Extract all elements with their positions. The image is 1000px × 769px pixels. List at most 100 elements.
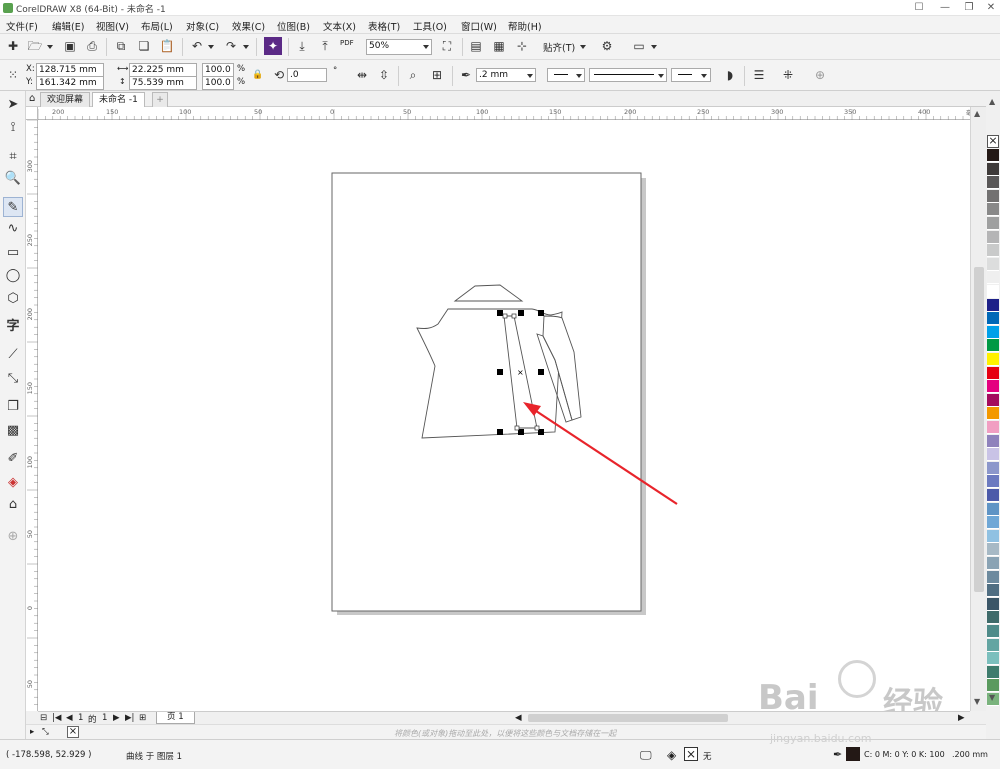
freehand-tool-icon[interactable]: ✎ [3, 197, 23, 217]
palette-swatch[interactable] [987, 366, 999, 380]
palette-swatch[interactable] [987, 380, 999, 394]
menu-tools[interactable]: 工具(O) [413, 19, 447, 33]
add-page-icon[interactable]: ⊞ [139, 713, 146, 723]
new-document-icon[interactable]: ✚ [4, 37, 22, 55]
ruler-corner[interactable] [26, 107, 38, 120]
zoom-dropdown-icon[interactable] [423, 45, 429, 49]
palette-swatch[interactable] [987, 489, 999, 502]
center-mark-icon[interactable]: × [517, 368, 524, 377]
drop-shadow-icon[interactable]: ❐ [3, 397, 23, 417]
palette-swatch[interactable] [987, 516, 999, 530]
close-curve-icon[interactable]: ◗ [721, 66, 739, 84]
palette-swatch[interactable] [987, 638, 999, 652]
palette-swatch[interactable] [987, 230, 999, 244]
menu-edit[interactable]: 编辑(E) [52, 19, 84, 33]
menu-table[interactable]: 表格(T) [368, 19, 400, 33]
palette-swatch[interactable] [987, 448, 999, 462]
palette-swatch[interactable] [987, 353, 999, 366]
show-guidelines-icon[interactable]: ⊹ [513, 37, 531, 55]
snap-dropdown-icon[interactable] [580, 45, 586, 49]
palette-swatch[interactable] [987, 679, 999, 693]
palette-swatch[interactable] [987, 203, 999, 217]
add-tool-icon[interactable]: ⊕ [3, 527, 23, 547]
fill-none-swatch-icon[interactable]: ⨯ [684, 747, 698, 761]
save-icon[interactable]: ▣ [61, 37, 79, 55]
print-icon[interactable]: ⎙ [83, 37, 101, 55]
curve-node[interactable] [502, 313, 508, 319]
transparency-icon[interactable]: ▩ [3, 421, 23, 441]
export-pdf-icon[interactable]: PDF [340, 39, 354, 47]
redo-icon[interactable]: ↷ [222, 37, 240, 55]
shape-tool-icon[interactable]: ⟟ [3, 118, 23, 138]
application-launcher-icon[interactable]: ▭ [630, 37, 648, 55]
undo-dropdown-icon[interactable] [208, 45, 214, 49]
curve-node[interactable] [511, 313, 517, 319]
zoom-tool-icon[interactable]: 🔍 [3, 169, 23, 189]
palette-swatch[interactable] [987, 271, 999, 285]
paste-icon[interactable]: 📋 [158, 37, 176, 55]
palette-swatch[interactable] [987, 584, 999, 598]
page-tab[interactable]: 页 1 [156, 712, 195, 724]
palette-swatch[interactable] [987, 543, 999, 557]
ellipse-tool-icon[interactable]: ◯ [3, 266, 23, 286]
palette-no-color-icon[interactable]: ⨯ [67, 726, 79, 738]
outline-color-swatch[interactable] [846, 747, 860, 761]
menu-object[interactable]: 对象(C) [186, 19, 219, 33]
object-origin-icon[interactable]: ⁙ [4, 66, 22, 84]
palette-swatch[interactable] [987, 217, 999, 230]
cut-icon[interactable]: ⧉ [112, 37, 130, 55]
text-tool-icon[interactable]: 字 [3, 317, 23, 337]
menu-layout[interactable]: 布局(L) [141, 19, 173, 33]
palette-pin-icon[interactable]: ▸ [30, 727, 34, 737]
search-content-icon[interactable]: ✦ [264, 37, 282, 55]
palette-swatch[interactable] [987, 312, 999, 326]
align-nodes-icon[interactable]: ⊞ [428, 66, 446, 84]
menu-help[interactable]: 帮助(H) [508, 19, 542, 33]
palette-swatch[interactable] [987, 502, 999, 516]
outline-width-dropdown-icon[interactable] [527, 74, 533, 78]
line-style-selector[interactable] [589, 68, 667, 82]
palette-swatch[interactable] [987, 244, 999, 258]
selection-handle[interactable] [497, 369, 503, 375]
horizontal-ruler[interactable]: 200 150 100 50 0 50 100 150 200 250 300 … [38, 107, 986, 120]
palette-swatch[interactable] [987, 475, 999, 489]
scrollbar-thumb[interactable] [974, 267, 984, 592]
last-page-icon[interactable]: ▶| [125, 713, 134, 723]
snap-to-button[interactable]: 贴齐(T) [543, 40, 575, 54]
copy-icon[interactable]: ❏ [135, 37, 153, 55]
mirror-horizontal-icon[interactable]: ⇹ [353, 66, 371, 84]
palette-swatch[interactable] [987, 339, 999, 353]
interactive-fill-icon[interactable]: ◈ [3, 473, 23, 493]
eyedropper-icon[interactable]: ✐ [3, 449, 23, 469]
show-grid-icon[interactable]: ▦ [490, 37, 508, 55]
height-field[interactable]: 75.539 mm [129, 76, 197, 90]
palette-swatch[interactable] [987, 285, 999, 298]
current-page-number[interactable]: 1 [78, 713, 83, 723]
width-field[interactable]: 22.225 mm [129, 63, 197, 77]
h-scrollbar-thumb[interactable] [528, 714, 728, 722]
export-icon[interactable]: ⤒ [316, 37, 334, 55]
palette-swatch[interactable] [987, 176, 999, 190]
parallel-dimension-icon[interactable]: ⟋ [3, 345, 23, 365]
menu-view[interactable]: 视图(V) [96, 19, 129, 33]
connector-tool-icon[interactable]: ⤡ [3, 369, 23, 389]
menu-bitmaps[interactable]: 位图(B) [277, 19, 310, 33]
menu-text[interactable]: 文本(X) [323, 19, 356, 33]
h-scroll-right-icon[interactable]: ▶ [958, 713, 965, 723]
y-position-field[interactable]: 161.342 mm [36, 76, 104, 90]
show-rulers-icon[interactable]: ▤ [467, 37, 485, 55]
palette-swatch[interactable] [987, 162, 999, 176]
menu-effects[interactable]: 效果(C) [232, 19, 265, 33]
outline-pen-status-icon[interactable]: ✒ [833, 748, 842, 761]
menu-file[interactable]: 文件(F) [6, 19, 38, 33]
end-arrowhead-dropdown-icon[interactable] [701, 74, 707, 78]
palette-swatch[interactable] [987, 407, 999, 421]
account-icon[interactable]: ☐ [906, 0, 932, 16]
vertical-ruler[interactable]: 300 250 200 150 100 50 0 50 [26, 120, 38, 711]
next-page-icon[interactable]: ▶ [113, 713, 120, 723]
smart-fill-icon[interactable]: ⌂ [3, 495, 23, 515]
quick-customize-icon[interactable]: ⁜ [779, 66, 797, 84]
palette-swatch[interactable] [987, 625, 999, 638]
edit-curve-icon[interactable]: ⌕ [404, 66, 422, 84]
prev-page-first-icon[interactable]: |◀ [52, 713, 61, 723]
